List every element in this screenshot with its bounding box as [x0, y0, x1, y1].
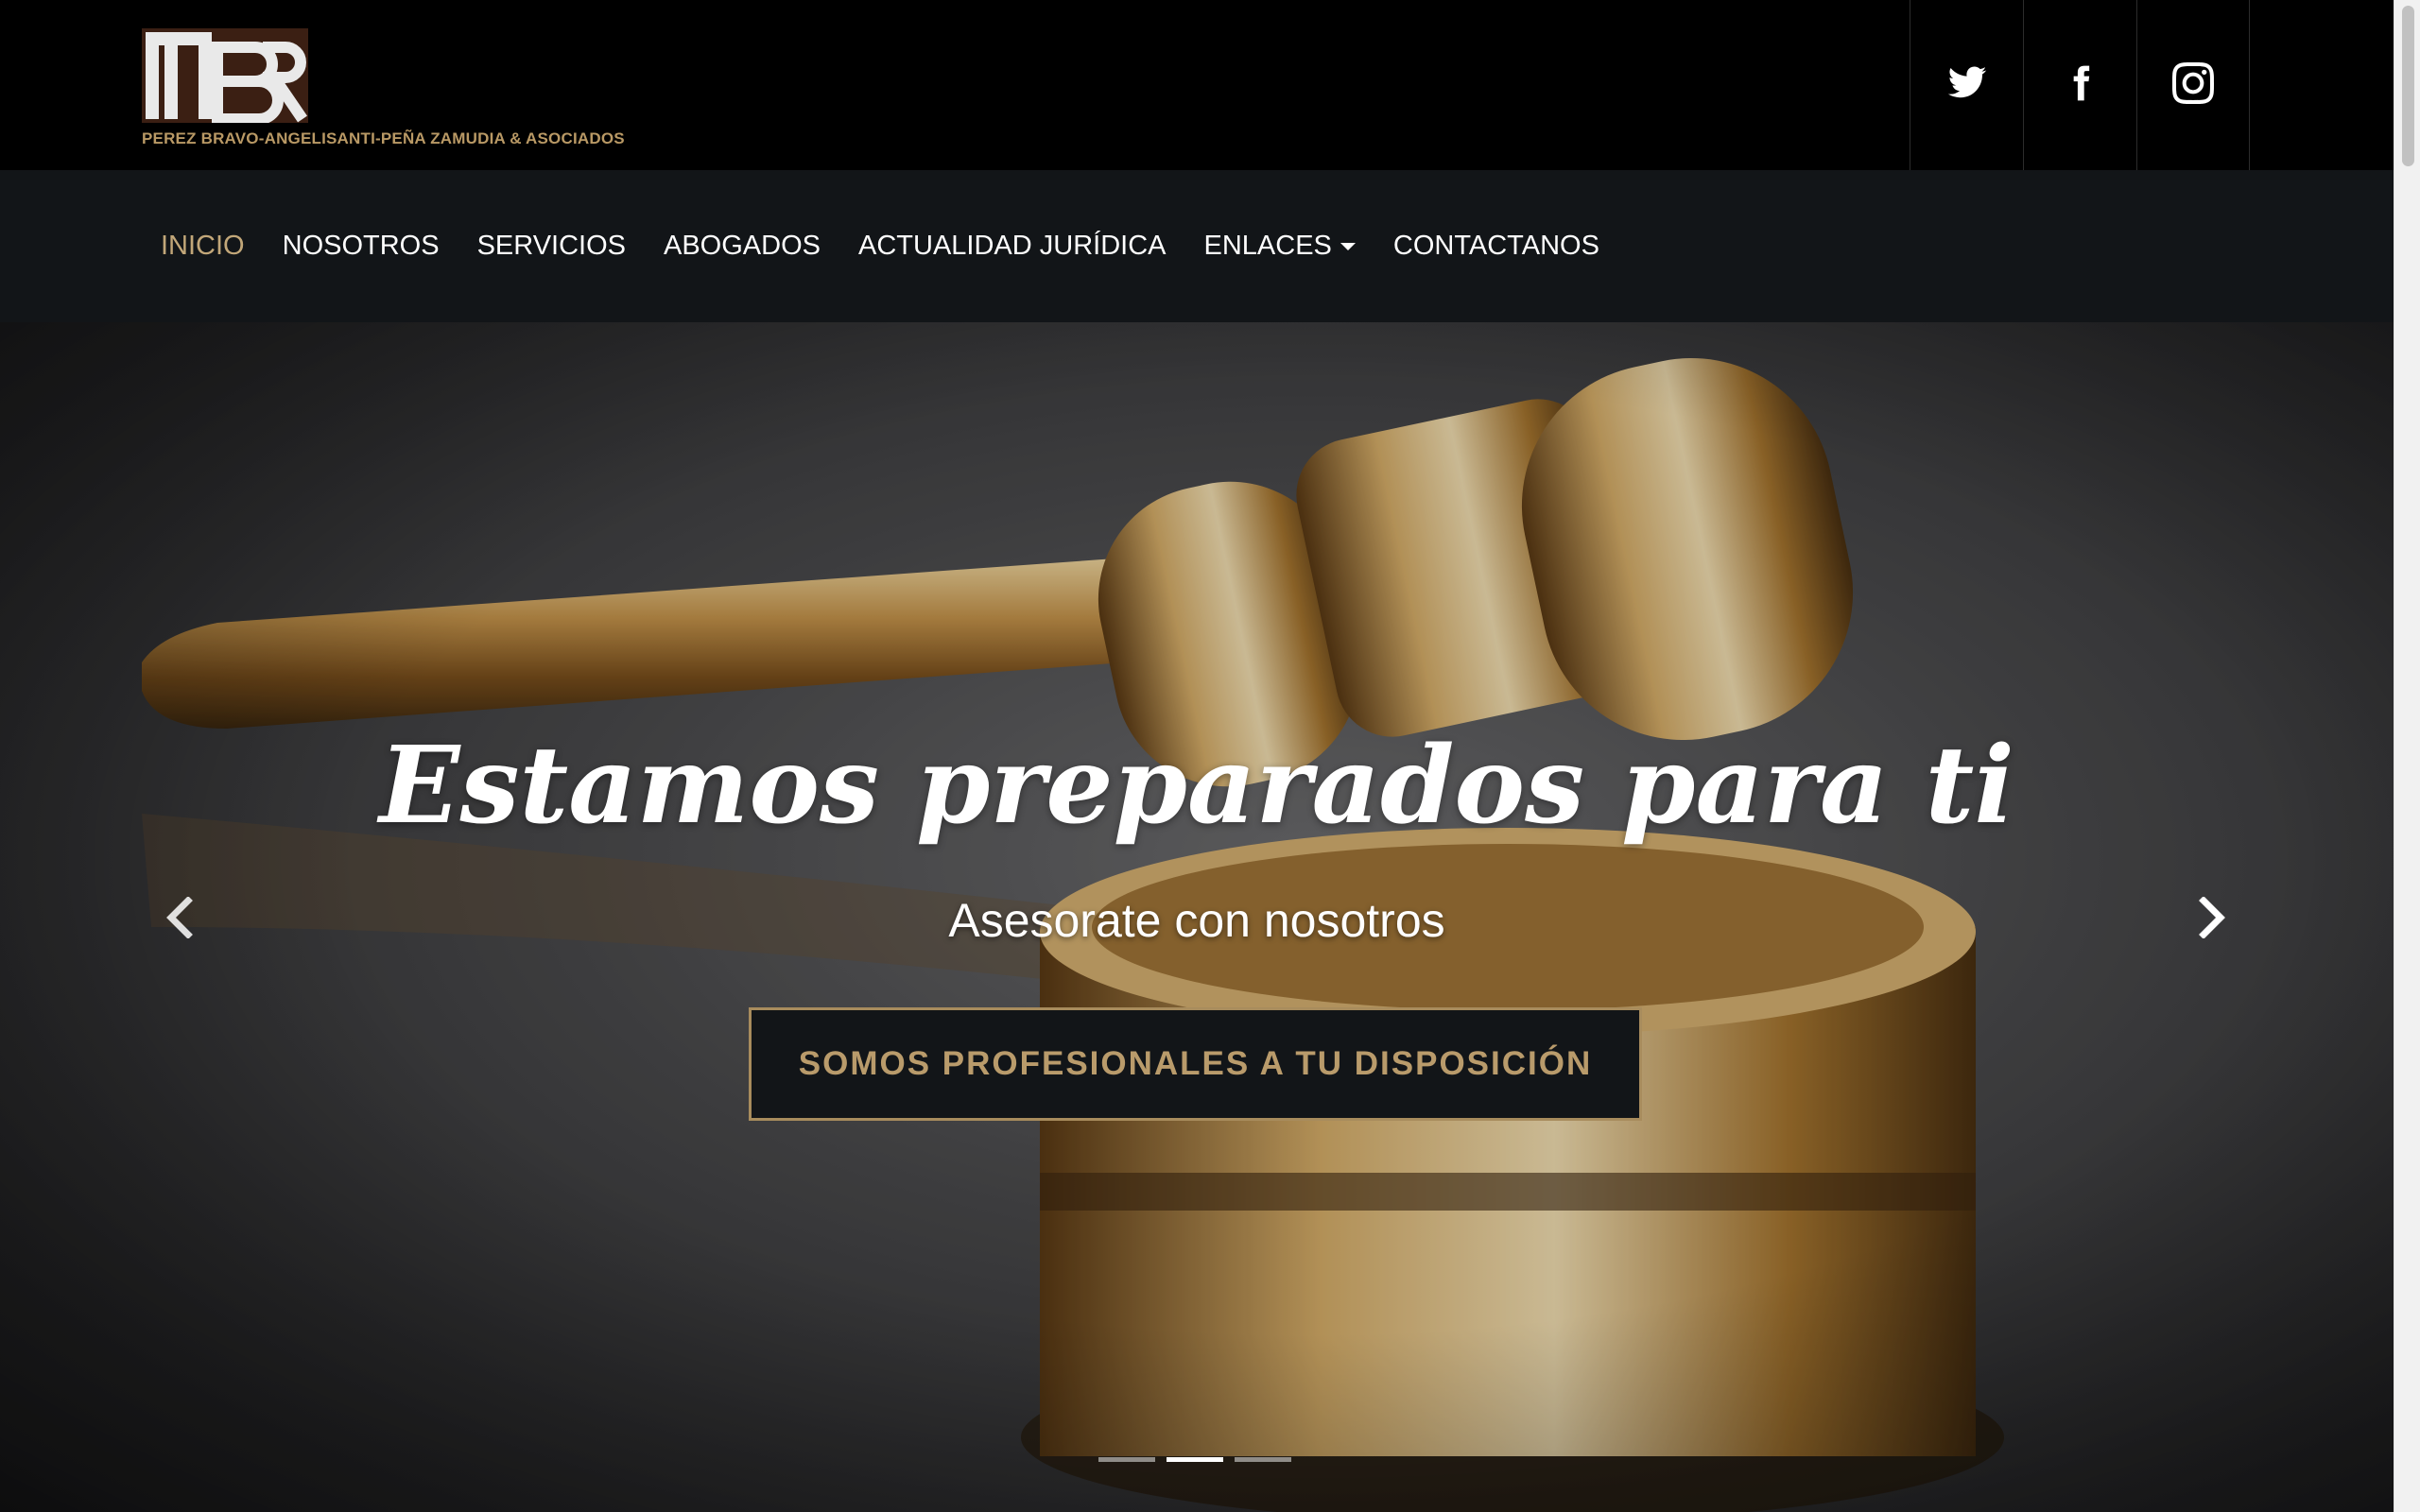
chevron-left-icon: [166, 897, 193, 938]
instagram-icon: [2172, 61, 2214, 109]
chevron-right-icon: [2199, 897, 2225, 938]
carousel-prev-button[interactable]: [151, 889, 208, 946]
nav-item-servicios[interactable]: SERVICIOS: [477, 231, 626, 262]
caret-down-icon: [1340, 242, 1356, 250]
twitter-link[interactable]: [1910, 0, 2023, 170]
twitter-icon: [1946, 62, 1988, 109]
hero-carousel: Estamos preparados para ti Asesorate con…: [0, 322, 2394, 1512]
nav-item-enlaces-dropdown[interactable]: ENLACES: [1204, 231, 1356, 262]
nav-menu: INICIO NOSOTROS SERVICIOS ABOGADOS ACTUA…: [161, 170, 1637, 322]
carousel-indicator-3[interactable]: [1235, 1457, 1291, 1462]
cta-button[interactable]: SOMOS PROFESIONALES A TU DISPOSICIÓN: [749, 1007, 1642, 1121]
carousel-next-button[interactable]: [2184, 889, 2240, 946]
logo-mark: [142, 28, 308, 123]
carousel-indicator-2[interactable]: [1167, 1457, 1223, 1462]
page-scrollbar[interactable]: [2394, 0, 2420, 1512]
main-navigation: INICIO NOSOTROS SERVICIOS ABOGADOS ACTUA…: [0, 170, 2394, 322]
nav-item-abogados[interactable]: ABOGADOS: [664, 231, 821, 262]
instagram-link[interactable]: [2136, 0, 2250, 170]
firm-name: PEREZ BRAVO-ANGELISANTI-PEÑA ZAMUDIA & A…: [142, 129, 625, 147]
top-header: PEREZ BRAVO-ANGELISANTI-PEÑA ZAMUDIA & A…: [0, 0, 2394, 170]
hero-subtitle: Asesorate con nosotros: [948, 894, 1445, 947]
nav-item-inicio[interactable]: INICIO: [161, 231, 245, 262]
hero-title: Estamos preparados para ti: [379, 724, 2014, 848]
scrollbar-thumb[interactable]: [2402, 6, 2414, 166]
carousel-indicator-1[interactable]: [1098, 1457, 1155, 1462]
facebook-link[interactable]: [2023, 0, 2136, 170]
nav-item-actualidad-juridica[interactable]: ACTUALIDAD JURÍDICA: [858, 231, 1167, 262]
carousel-indicators: [1098, 1457, 1303, 1462]
nav-item-contactanos[interactable]: CONTACTANOS: [1393, 231, 1599, 262]
facebook-icon: [2060, 62, 2101, 109]
nav-item-nosotros[interactable]: NOSOTROS: [283, 231, 440, 262]
logo[interactable]: [142, 28, 312, 123]
